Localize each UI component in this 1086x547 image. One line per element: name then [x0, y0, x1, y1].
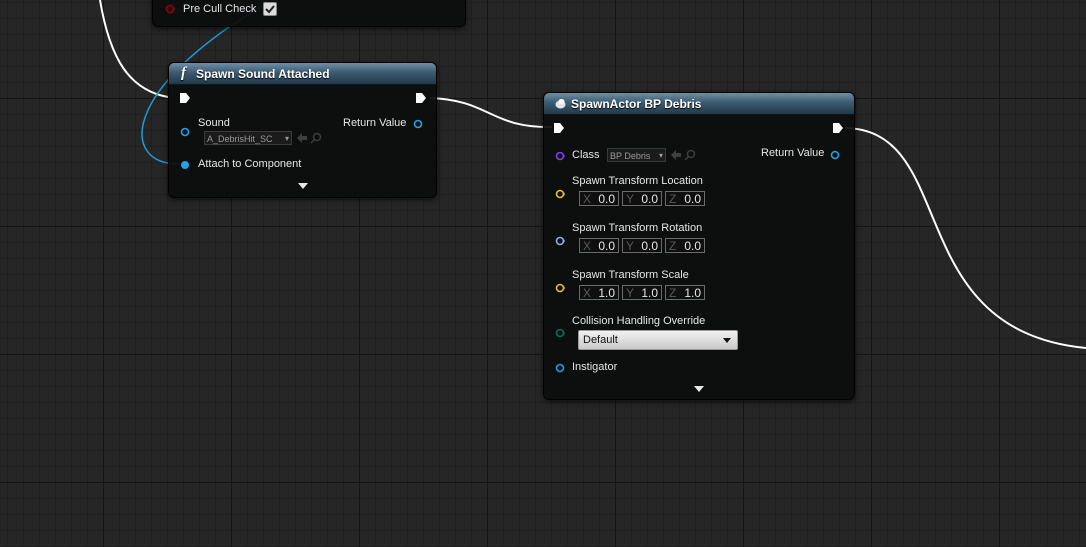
rotation-y-value: 0.0	[641, 238, 658, 253]
class-pin[interactable]	[555, 151, 565, 161]
exec-wire-sound-to-spawn[interactable]	[429, 97, 553, 129]
sound-pin[interactable]	[180, 127, 190, 137]
exec-out-pin[interactable]	[832, 122, 844, 134]
scale-x-field[interactable]: X 1.0	[579, 285, 619, 300]
location-vector: X 0.0 Y 0.0 Z 0.0	[579, 191, 705, 208]
location-y-value: 0.0	[641, 191, 658, 206]
instigator-label: Instigator	[572, 361, 618, 373]
z-axis-label: Z	[669, 285, 677, 300]
rotation-vector: X 0.0 Y 0.0 Z 0.0	[579, 238, 705, 255]
previous-node[interactable]: Pre Cull Check	[152, 0, 466, 27]
exec-in-pin[interactable]	[553, 122, 565, 134]
return-value-pin[interactable]	[413, 119, 423, 129]
chevron-down-icon: ▾	[284, 134, 289, 143]
node-title: Spawn Sound Attached	[196, 67, 330, 81]
expand-arrow-icon[interactable]	[298, 183, 308, 189]
location-z-field[interactable]: Z 0.0	[665, 191, 705, 206]
attach-to-component-label: Attach to Component	[198, 158, 302, 170]
sound-label: Sound	[198, 117, 230, 129]
sound-asset-dropdown[interactable]: A_DebrisHit_SC ▾	[204, 131, 292, 145]
y-axis-label: Y	[626, 191, 635, 206]
chevron-down-icon	[723, 338, 731, 343]
rotation-z-value: 0.0	[684, 238, 701, 253]
scale-pin[interactable]	[555, 283, 565, 293]
exec-out-pin[interactable]	[415, 92, 427, 104]
browse-search-icon[interactable]	[310, 132, 322, 144]
attach-to-component-pin[interactable]	[180, 160, 190, 170]
spawnactor-node[interactable]: SpawnActor BP Debris Class BP Debris ▾ R…	[543, 92, 855, 400]
class-label: Class	[572, 149, 600, 161]
spawn-actor-icon	[555, 99, 566, 109]
return-value-pin[interactable]	[830, 150, 840, 160]
use-selected-arrow-icon[interactable]	[296, 132, 308, 144]
return-value-label: Return Value	[343, 117, 407, 129]
collision-pin[interactable]	[555, 328, 565, 338]
rotation-z-field[interactable]: Z 0.0	[665, 238, 705, 253]
scale-label: Spawn Transform Scale	[572, 269, 689, 281]
location-label: Spawn Transform Location	[572, 175, 703, 187]
browse-search-icon[interactable]	[684, 149, 696, 161]
use-selected-arrow-icon[interactable]	[670, 149, 682, 161]
rotation-x-field[interactable]: X 0.0	[579, 238, 619, 253]
location-y-field[interactable]: Y 0.0	[622, 191, 662, 206]
pre-cull-check-label: Pre Cull Check	[183, 3, 257, 15]
location-x-field[interactable]: X 0.0	[579, 191, 619, 206]
rotation-pin[interactable]	[555, 236, 565, 246]
location-z-value: 0.0	[684, 191, 701, 206]
node-title: SpawnActor BP Debris	[571, 97, 702, 111]
collision-handling-value: Default	[583, 334, 618, 346]
scale-z-value: 1.0	[684, 285, 701, 300]
sound-asset-value: A_DebrisHit_SC	[207, 134, 273, 144]
collision-label: Collision Handling Override	[572, 315, 706, 327]
y-axis-label: Y	[626, 285, 635, 300]
class-dropdown[interactable]: BP Debris ▾	[607, 148, 666, 162]
exec-wire-out[interactable]	[844, 127, 1086, 349]
class-value: BP Debris	[610, 151, 651, 161]
z-axis-label: Z	[669, 191, 677, 206]
collision-handling-select[interactable]: Default	[578, 330, 738, 350]
x-axis-label: X	[583, 238, 592, 253]
spawn-sound-attached-node[interactable]: f Spawn Sound Attached Sound A_DebrisHit…	[168, 62, 437, 198]
exec-in-pin[interactable]	[179, 92, 191, 104]
rotation-x-value: 0.0	[598, 238, 615, 253]
scale-y-field[interactable]: Y 1.0	[622, 285, 662, 300]
location-x-value: 0.0	[598, 191, 615, 206]
expand-arrow-icon[interactable]	[694, 386, 704, 392]
return-value-label: Return Value	[761, 147, 825, 159]
scale-y-value: 1.0	[641, 285, 658, 300]
pre-cull-check-checkbox[interactable]	[263, 2, 277, 16]
checkmark-icon	[265, 5, 275, 14]
scale-vector: X 1.0 Y 1.0 Z 1.0	[579, 285, 705, 302]
location-pin[interactable]	[555, 189, 565, 199]
z-axis-label: Z	[669, 238, 677, 253]
pre-cull-check-pin[interactable]	[165, 4, 175, 14]
function-icon: f	[181, 65, 186, 81]
instigator-pin[interactable]	[555, 363, 565, 373]
scale-z-field[interactable]: Z 1.0	[665, 285, 705, 300]
x-axis-label: X	[583, 191, 592, 206]
rotation-label: Spawn Transform Rotation	[572, 222, 703, 234]
y-axis-label: Y	[626, 238, 635, 253]
x-axis-label: X	[583, 285, 592, 300]
scale-x-value: 1.0	[598, 285, 615, 300]
chevron-down-icon: ▾	[658, 151, 663, 160]
rotation-y-field[interactable]: Y 0.0	[622, 238, 662, 253]
